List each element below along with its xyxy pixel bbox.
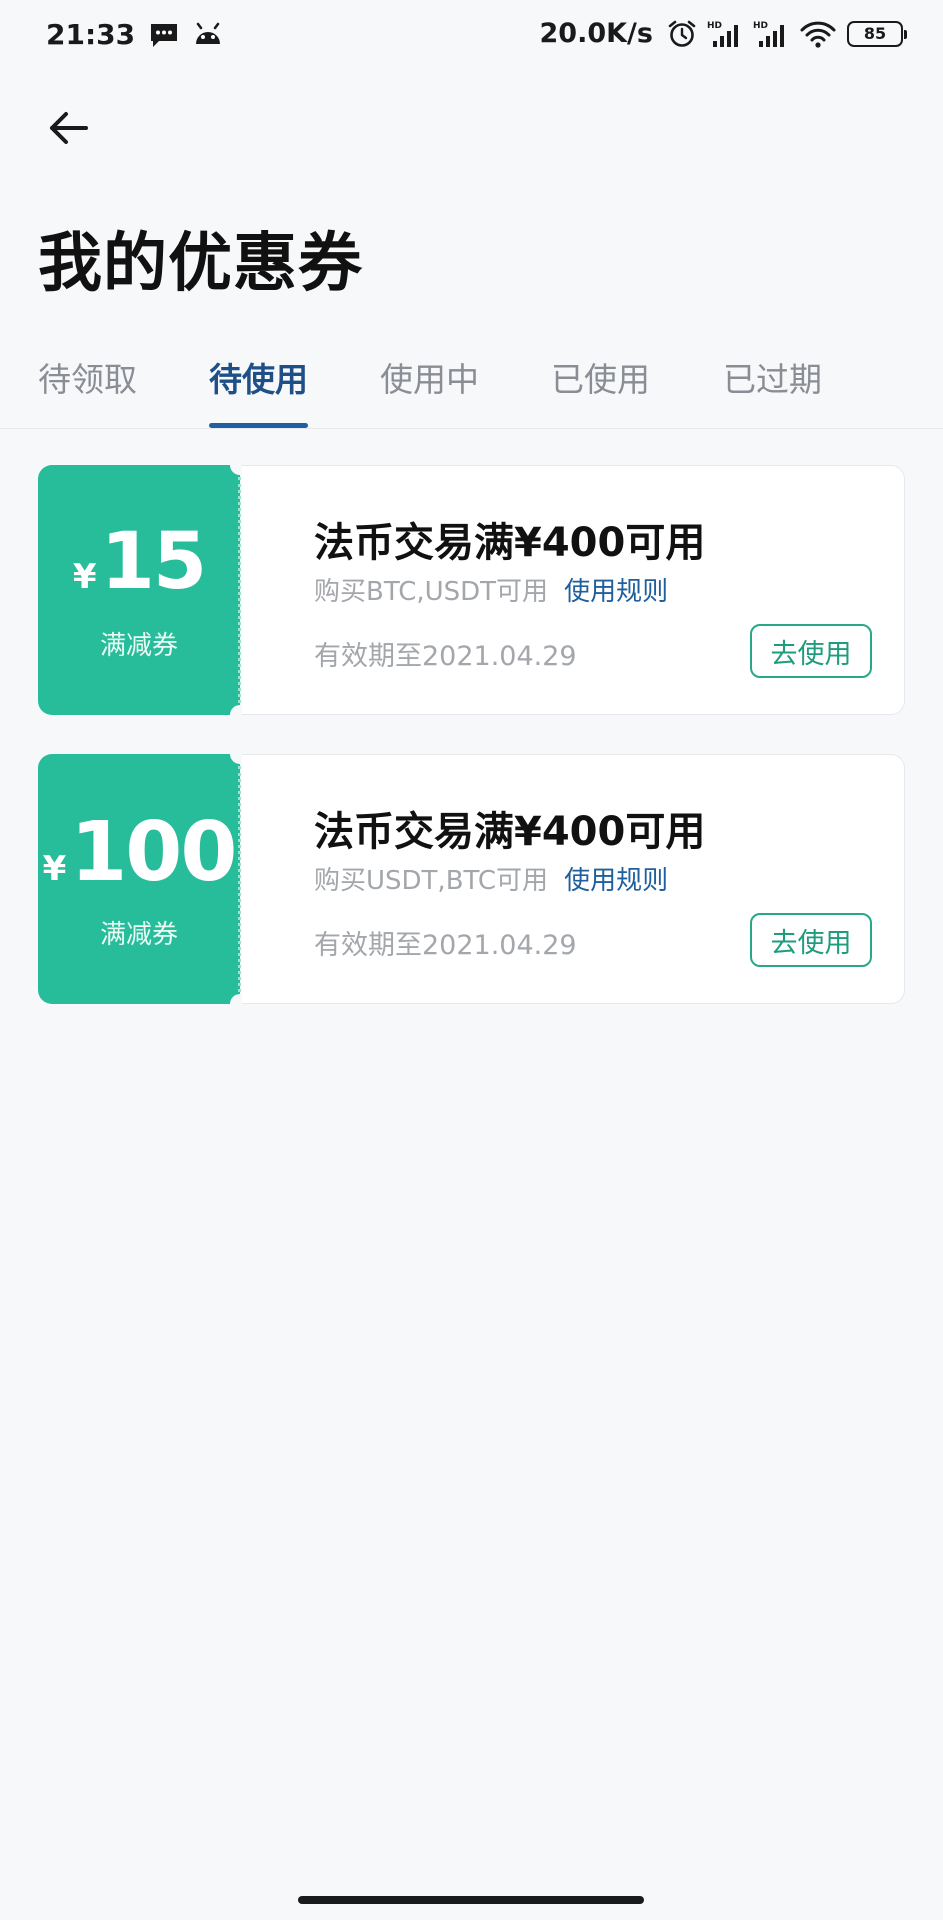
status-bar-right: 20.0K/s HD HD 85 (539, 18, 907, 49)
coupon-perforation (238, 477, 241, 703)
coupon-amount: ¥ 100 (38, 812, 240, 894)
network-speed: 20.0K/s (539, 18, 653, 49)
coupon-card: ¥ 100 满减券 法币交易满¥400可用 购买USDT,BTC可用 使用规则 有… (38, 744, 905, 1014)
back-button[interactable] (40, 100, 96, 156)
coupon-value-panel: ¥ 15 满减券 (38, 455, 250, 725)
currency-symbol: ¥ (72, 557, 97, 597)
coupon-title: 法币交易满¥400可用 (314, 520, 706, 566)
coupon-scope: 购买USDT,BTC可用 (314, 866, 549, 896)
coupon-card: ¥ 15 满减券 法币交易满¥400可用 购买BTC,USDT可用 使用规则 有效… (38, 455, 905, 725)
coupon-perforation (238, 766, 241, 992)
tab-label: 已使用 (551, 360, 650, 399)
status-bar-left: 21:33 (46, 18, 223, 51)
alarm-icon (667, 19, 697, 49)
tab-label: 使用中 (380, 360, 479, 399)
coupon-expiry: 有效期至2021.04.29 (314, 641, 577, 672)
coupon-type: 满减券 (99, 631, 178, 661)
usage-rules-link[interactable]: 使用规则 (564, 866, 668, 896)
use-coupon-button[interactable]: 去使用 (750, 913, 872, 967)
tab-expired[interactable]: 已过期 (723, 352, 822, 428)
usage-rules-link[interactable]: 使用规则 (564, 577, 668, 607)
android-icon (193, 22, 223, 48)
tab-used[interactable]: 已使用 (551, 352, 650, 428)
coupon-details: 法币交易满¥400可用 购买BTC,USDT可用 使用规则 有效期至2021.04… (242, 465, 905, 715)
coupon-scope: 购买BTC,USDT可用 (314, 577, 549, 607)
battery-level: 85 (863, 24, 887, 43)
coupon-description: 购买BTC,USDT可用 使用规则 (314, 571, 668, 608)
coupon-details: 法币交易满¥400可用 购买USDT,BTC可用 使用规则 有效期至2021.04… (242, 754, 905, 1004)
tab-label: 已过期 (723, 360, 822, 399)
use-coupon-button[interactable]: 去使用 (750, 624, 872, 678)
home-indicator[interactable] (298, 1896, 644, 1904)
coupon-amount-value: 100 (70, 805, 237, 900)
coupon-description: 购买USDT,BTC可用 使用规则 (314, 860, 668, 897)
svg-text:HD: HD (753, 21, 768, 31)
tab-in-use[interactable]: 使用中 (380, 352, 479, 428)
coupon-value-panel: ¥ 100 满减券 (38, 744, 250, 1014)
battery-icon: 85 (847, 20, 907, 47)
coupon-amount-value: 15 (100, 517, 208, 607)
tab-label: 待领取 (38, 360, 137, 399)
status-time: 21:33 (46, 18, 136, 51)
coupon-type: 满减券 (99, 920, 178, 950)
tab-to-use[interactable]: 待使用 (209, 352, 308, 428)
svg-text:HD: HD (707, 21, 722, 31)
tab-to-claim[interactable]: 待领取 (38, 352, 137, 428)
message-icon (149, 22, 179, 48)
coupon-tabs: 待领取 待使用 使用中 已使用 已过期 (0, 352, 943, 429)
tab-label: 待使用 (209, 360, 308, 399)
wifi-icon (799, 19, 837, 49)
status-bar: 21:33 20.0K/s HD HD 85 (0, 0, 943, 80)
signal-hd-icon: HD (753, 19, 789, 49)
signal-hd-icon: HD (707, 19, 743, 49)
coupon-title: 法币交易满¥400可用 (314, 809, 706, 855)
page-title: 我的优惠券 (38, 227, 363, 301)
coupon-amount: ¥ 15 (38, 523, 240, 601)
coupon-expiry: 有效期至2021.04.29 (314, 930, 577, 961)
arrow-left-icon (50, 112, 88, 144)
currency-symbol: ¥ (42, 849, 67, 889)
